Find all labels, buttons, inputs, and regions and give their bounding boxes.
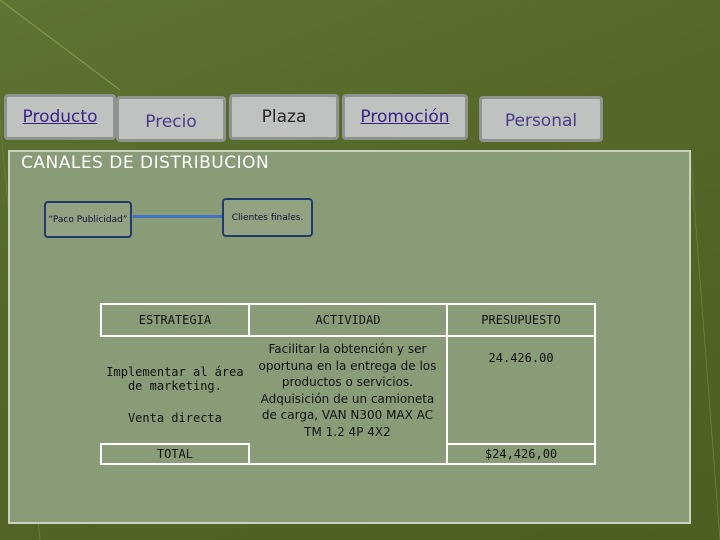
total-label: TOTAL bbox=[100, 443, 250, 465]
table-row: Implementar al área de marketing. Venta … bbox=[101, 335, 596, 445]
tab-precio[interactable]: Precio bbox=[116, 96, 226, 142]
header-estrategia: ESTRATEGIA bbox=[100, 303, 250, 337]
table-header-row: ESTRATEGIA ACTIVIDAD PRESUPUESTO bbox=[100, 303, 596, 337]
tab-producto-label[interactable]: Producto bbox=[23, 107, 98, 127]
activity-cell: Facilitar la obtención y ser oportuna en… bbox=[258, 342, 437, 439]
tab-plaza[interactable]: Plaza bbox=[229, 94, 339, 140]
flow-source-label: “Paco Publicidad” bbox=[48, 214, 128, 225]
total-empty bbox=[248, 444, 448, 465]
tab-personal-label: Personal bbox=[504, 111, 578, 131]
flow-node-target: Clientes finales. bbox=[222, 198, 313, 237]
tab-promocion-label[interactable]: Promoción bbox=[360, 107, 449, 127]
tab-precio-label: Precio bbox=[145, 112, 197, 132]
tab-plaza-label: Plaza bbox=[261, 107, 307, 127]
strategy-cell: Implementar al área de marketing. Venta … bbox=[101, 336, 249, 444]
strategy-table: ESTRATEGIA ACTIVIDAD PRESUPUESTO Impleme… bbox=[100, 303, 596, 465]
strategy-1: Implementar al área de marketing. bbox=[106, 364, 244, 393]
section-title: CANALES DE DISTRIBUCION bbox=[21, 153, 270, 173]
header-presupuesto: PRESUPUESTO bbox=[446, 303, 596, 337]
flow-target-label: Clientes finales. bbox=[231, 212, 304, 223]
total-value: $24,426,00 bbox=[446, 443, 596, 465]
tab-personal[interactable]: Personal bbox=[479, 96, 603, 142]
flow-arrow bbox=[133, 215, 223, 218]
tab-promocion[interactable]: Promoción bbox=[342, 94, 468, 140]
tab-producto[interactable]: Producto bbox=[4, 94, 116, 140]
header-actividad: ACTIVIDAD bbox=[248, 303, 448, 337]
table-total-row: TOTAL $24,426,00 bbox=[100, 443, 596, 465]
flow-node-source: “Paco Publicidad” bbox=[44, 201, 132, 238]
budget-cell: 24.426.00 bbox=[446, 335, 596, 445]
strategy-2: Venta directa bbox=[127, 410, 222, 425]
